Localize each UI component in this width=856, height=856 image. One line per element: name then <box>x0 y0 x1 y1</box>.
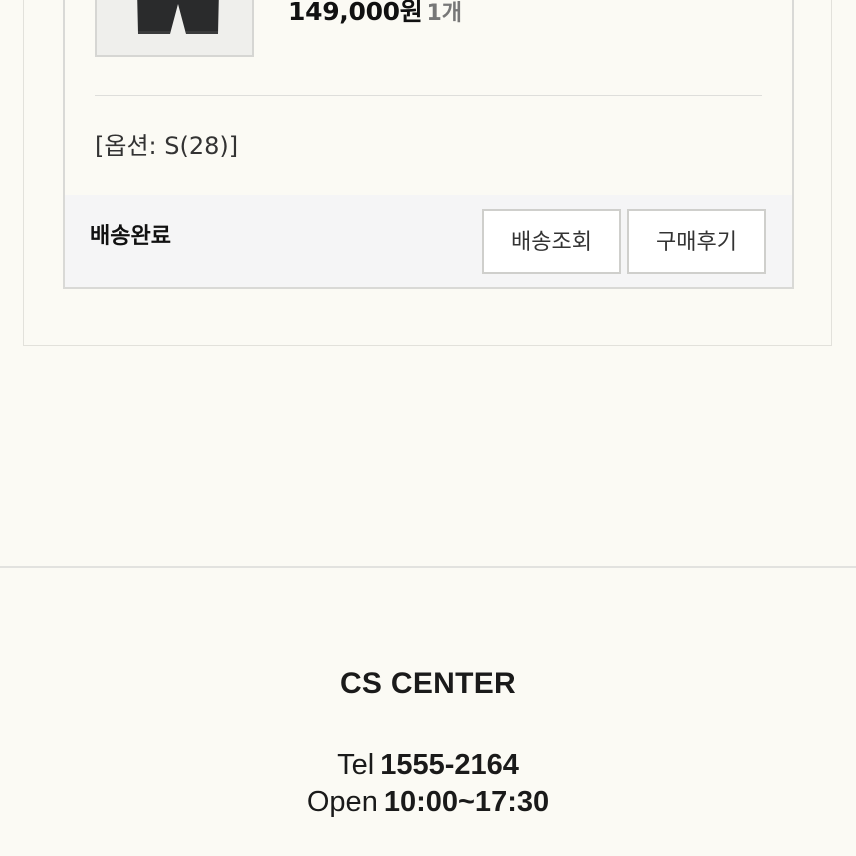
cs-open-time: 10:00~17:30 <box>383 786 550 818</box>
cs-open-hours: Open 10:00~17:30 <box>0 783 856 821</box>
cs-tel: Tel 1555-2164 <box>0 746 856 784</box>
divider <box>95 95 762 96</box>
product-price: 149,000원 <box>288 0 423 26</box>
product-thumbnail[interactable] <box>95 0 254 57</box>
price-line: 149,000원 1개 <box>288 0 462 29</box>
track-delivery-button[interactable]: 배송조회 <box>482 209 621 274</box>
cs-tel-number[interactable]: 1555-2164 <box>380 749 519 781</box>
cs-center-title: CS CENTER <box>339 667 517 700</box>
delivery-status: 배송완료 <box>90 224 171 249</box>
cs-open-label: Open <box>306 786 378 818</box>
write-review-button[interactable]: 구매후기 <box>627 209 766 274</box>
product-quantity: 1개 <box>426 1 463 26</box>
product-option: [옵션: S(28)] <box>95 132 239 160</box>
footer-divider <box>0 566 856 568</box>
product-shorts-icon <box>97 0 252 55</box>
cs-tel-label: Tel <box>337 749 375 781</box>
